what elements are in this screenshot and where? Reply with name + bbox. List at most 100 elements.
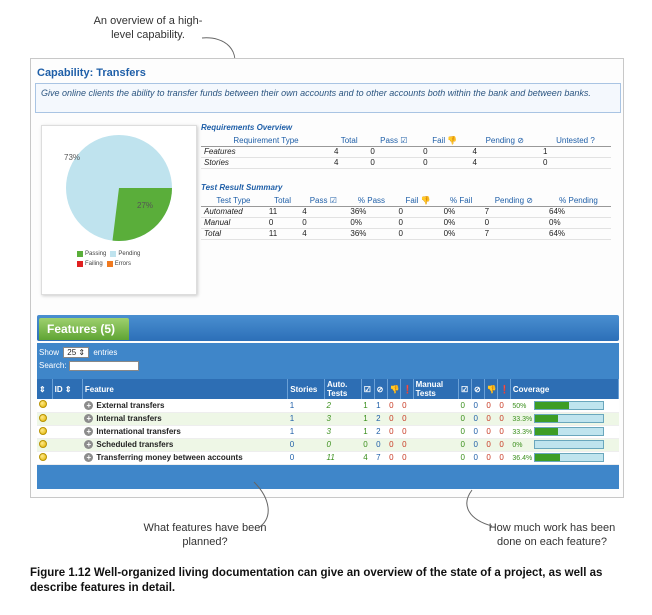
feature-name-cell[interactable]: + External transfers <box>82 399 288 413</box>
col-auto-error[interactable]: ❗ <box>400 379 414 399</box>
pie-label-pending: 73% <box>64 153 80 162</box>
status-dot-icon <box>37 438 53 452</box>
legend-passing: Passing <box>85 251 107 257</box>
req-header-pending: Pending ⊘ <box>469 135 540 147</box>
feature-name-cell[interactable]: + Internal transfers <box>82 412 288 426</box>
thumbs-down-icon: 👎 <box>389 384 400 394</box>
expand-icon[interactable]: + <box>84 414 94 423</box>
search-control: Search: <box>39 361 139 371</box>
col-manual-pass[interactable]: ☑ <box>458 379 472 399</box>
thumbs-down-icon: 👎 <box>486 384 497 394</box>
expand-icon[interactable]: + <box>84 440 94 449</box>
res-header-pct-pending: % Pending <box>546 195 611 207</box>
capability-description: Give online clients the ability to trans… <box>35 83 621 113</box>
col-status[interactable]: ⇕ <box>37 379 53 399</box>
status-dot-icon <box>37 451 53 465</box>
req-header-total: Total <box>331 135 368 147</box>
checkbox-icon: ☑ <box>363 384 371 394</box>
status-dot-icon <box>37 399 53 413</box>
coverage-cell: 50% <box>510 399 619 413</box>
pending-icon: ⊘ <box>473 384 481 394</box>
features-header-bar: Features (5) <box>37 315 619 341</box>
expand-icon[interactable]: + <box>84 427 94 436</box>
features-table: ⇕ ID ⇕ Feature Stories Auto. Tests ☑ ⊘ 👎… <box>37 379 620 465</box>
res-header-total: Total <box>265 195 300 207</box>
annotation-bottom-right-arrow <box>466 489 493 527</box>
res-row: Total 11 4 36% 0 0% 7 64% <box>201 228 611 240</box>
coverage-cell: 0% <box>510 438 619 452</box>
table-row[interactable]: + Internal transfers 1 3 1 2 0 0 0 0 0 0 33.3% <box>37 412 619 426</box>
req-header-pass: Pass ☑ <box>367 135 421 147</box>
col-manual-pending[interactable]: ⊘ <box>471 379 485 399</box>
capability-page: Capability: Transfers Give online client… <box>30 58 624 542</box>
checkbox-icon: ☑ <box>400 136 408 145</box>
req-row: Features 4 0 0 4 1 <box>201 146 611 158</box>
col-stories[interactable]: Stories <box>287 379 325 399</box>
thumbs-down-icon: 👎 <box>447 136 458 145</box>
tab-features[interactable]: Features (5) <box>39 318 129 340</box>
requirements-table: Requirement Type Total Pass ☑ Fail 👎 Pen… <box>201 135 611 169</box>
req-header-fail: Fail 👎 <box>420 135 470 147</box>
pie-chart: 73% 27% <box>64 135 172 242</box>
expand-icon[interactable]: + <box>84 400 94 410</box>
col-auto-pass[interactable]: ☑ <box>361 379 375 399</box>
res-row: Automated 11 4 36% 0 0% 7 64% <box>201 206 611 218</box>
col-manual-error[interactable]: ❗ <box>497 379 511 399</box>
table-row[interactable]: + External transfers 1 2 1 1 0 0 0 0 0 0 50% <box>37 399 619 413</box>
req-row: Stories 4 0 0 4 0 <box>201 157 611 169</box>
coverage-bar <box>534 453 605 463</box>
col-auto-fail[interactable]: 👎 <box>387 379 401 399</box>
req-header-type: Requirement Type <box>201 135 331 147</box>
annotation-bottom-left-arrow <box>253 481 269 529</box>
coverage-bar <box>534 427 605 437</box>
col-manual-tests[interactable]: Manual Tests <box>413 379 459 399</box>
col-manual-fail[interactable]: 👎 <box>484 379 498 399</box>
checkbox-icon: ☑ <box>329 196 337 205</box>
col-auto-pending[interactable]: ⊘ <box>374 379 388 399</box>
error-icon: ❗ <box>402 384 413 394</box>
col-feature[interactable]: Feature <box>82 379 289 399</box>
coverage-cell: 36.4% <box>510 451 619 465</box>
expand-icon[interactable]: + <box>84 453 94 462</box>
pie-label-passing: 27% <box>137 201 153 210</box>
res-row: Manual 0 0 0% 0 0% 0 0% <box>201 217 611 229</box>
status-dot-icon <box>37 425 53 439</box>
capability-title: Capability: Transfers <box>37 67 146 79</box>
coverage-bar <box>534 414 605 424</box>
legend-errors: Errors <box>114 261 132 267</box>
feature-name-cell[interactable]: + Scheduled transfers <box>82 438 288 452</box>
search-input[interactable] <box>68 361 139 371</box>
col-id[interactable]: ID ⇕ <box>52 379 83 399</box>
coverage-cell: 33.3% <box>510 412 619 426</box>
res-header-pct-fail: % Fail <box>440 195 482 207</box>
entries-select[interactable]: 25 ⇕ <box>63 347 90 358</box>
pending-icon: ⊘ <box>526 196 533 205</box>
coverage-bar <box>534 400 605 410</box>
table-row[interactable]: + Scheduled transfers 0 0 0 0 0 0 0 0 0 0 0% <box>37 438 619 452</box>
thumbs-down-icon: 👎 <box>420 196 431 205</box>
table-row[interactable]: + Transferring money between accounts 0 11 4… <box>37 451 619 465</box>
res-header-pending: Pending ⊘ <box>481 195 546 207</box>
col-coverage[interactable]: Coverage <box>510 379 620 399</box>
feature-name-cell[interactable]: + Transferring money between accounts <box>82 451 288 465</box>
figure-caption: Figure 1.12 Well-organized living docume… <box>30 567 603 594</box>
requirements-title: Requirements Overview <box>201 123 293 132</box>
res-header-pass: Pass ☑ <box>299 195 348 207</box>
res-header-pct-pass: % Pass <box>347 195 396 207</box>
pie-slice-passing <box>112 188 172 242</box>
feature-name-cell[interactable]: + International transfers <box>82 425 288 439</box>
coverage-cell: 33.3% <box>510 425 619 439</box>
pending-icon: ⊘ <box>376 384 384 394</box>
entries-control: Show 25 ⇕ entries <box>39 347 118 358</box>
results-title: Test Result Summary <box>201 183 283 192</box>
checkbox-icon: ☑ <box>460 384 469 394</box>
table-row[interactable]: + International transfers 1 3 1 2 0 0 0 0 0 0 33.3% <box>37 425 619 439</box>
pending-icon: ⊘ <box>517 136 524 145</box>
legend-failing: Failing <box>85 261 103 267</box>
results-table: Test Type Total Pass ☑ % Pass Fail 👎 % F… <box>201 195 611 240</box>
res-header-type: Test Type <box>201 195 266 207</box>
col-auto-tests[interactable]: Auto. Tests <box>324 379 362 399</box>
pie-legend: Passing Pending Failing Errors <box>77 251 140 271</box>
legend-pending: Pending <box>118 251 141 257</box>
error-icon: ❗ <box>499 384 510 394</box>
